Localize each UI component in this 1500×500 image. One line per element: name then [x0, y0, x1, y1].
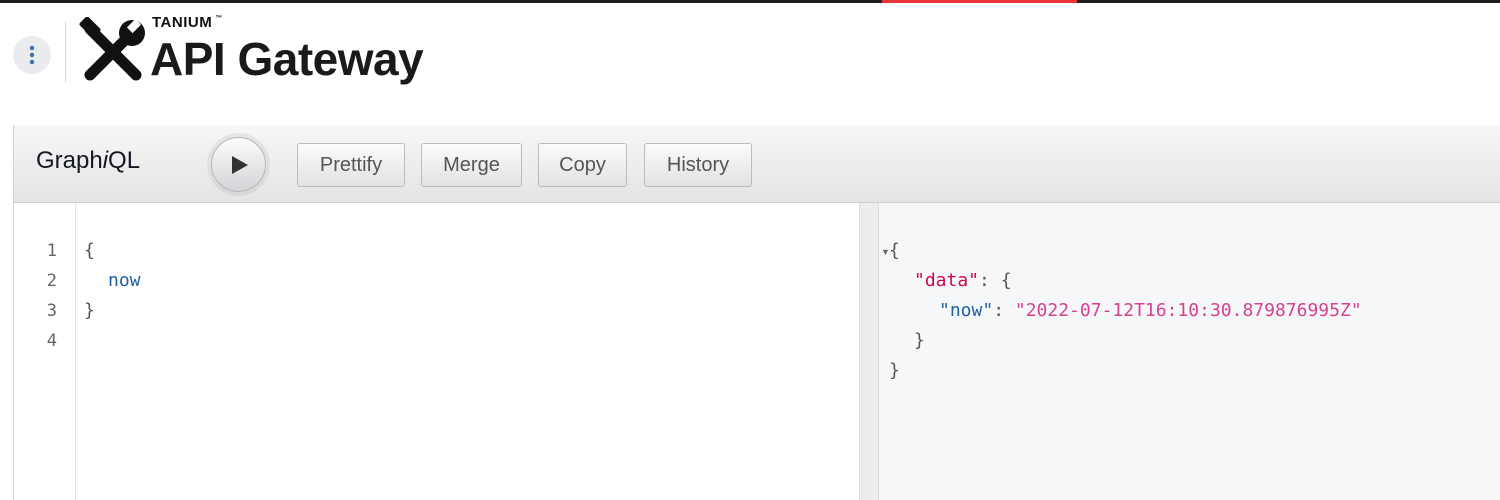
line-number: 1	[46, 241, 57, 261]
code-line: }	[84, 300, 95, 321]
tools-logo-icon	[79, 17, 145, 81]
copy-button[interactable]: Copy	[538, 143, 627, 187]
play-icon	[231, 155, 248, 174]
brand-name: TANIUM ™	[152, 14, 223, 31]
result-line: }	[914, 330, 925, 351]
graphiql-title: GraphiQL	[36, 147, 141, 174]
results-viewer: ▼ { "data": { "now": "2022-07-12T16:10:3…	[879, 203, 1500, 500]
code-line: {	[84, 240, 95, 261]
graphiql-panel: GraphiQL Prettify Merge Copy History 1 2…	[13, 125, 1500, 500]
history-button[interactable]: History	[644, 143, 752, 187]
result-line: "data": {	[914, 270, 1012, 291]
result-line: "now": "2022-07-12T16:10:30.879876995Z"	[939, 300, 1362, 321]
line-number: 4	[46, 331, 57, 351]
kebab-menu-icon	[29, 45, 35, 65]
line-number: 2	[46, 271, 57, 291]
merge-button[interactable]: Merge	[421, 143, 522, 187]
result-line: }	[889, 360, 900, 381]
result-line: {	[889, 240, 900, 261]
app-header: TANIUM ™ API Gateway	[0, 3, 1500, 125]
menu-button[interactable]	[13, 36, 51, 74]
header-divider	[65, 21, 66, 83]
line-number: 3	[46, 301, 57, 321]
app-title: API Gateway	[150, 33, 424, 85]
line-number-gutter: 1 2 3 4	[14, 203, 76, 500]
execute-query-button[interactable]	[211, 137, 266, 192]
code-line-field: now	[108, 270, 141, 291]
prettify-button[interactable]: Prettify	[297, 143, 405, 187]
graphiql-toolbar: GraphiQL Prettify Merge Copy History	[14, 125, 1500, 203]
query-editor[interactable]: 1 2 3 4 { now }	[14, 203, 859, 500]
editor-splitter[interactable]	[859, 203, 879, 500]
